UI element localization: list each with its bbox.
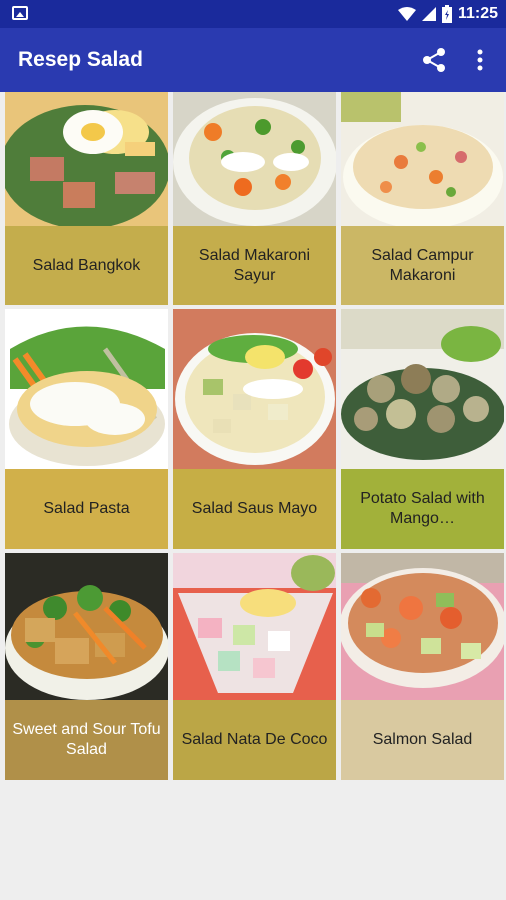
app-bar: Resep Salad <box>0 28 506 92</box>
clock: 11:25 <box>457 5 498 22</box>
recipe-title: Salad Makaroni Sayur <box>173 226 336 305</box>
recipe-title: Salad Saus Mayo <box>173 469 336 549</box>
app-title: Resep Salad <box>18 48 143 71</box>
recipe-tile-salad-bangkok[interactable]: Salad Bangkok <box>5 92 168 305</box>
status-bar: 11:25 <box>0 0 506 28</box>
recipe-tile-sweet-sour-tofu[interactable]: Sweet and Sour Tofu Salad <box>5 553 168 780</box>
recipe-image <box>5 92 168 226</box>
recipe-tile-salad-nata-de-coco[interactable]: Salad Nata De Coco <box>173 553 336 780</box>
recipe-title: Sweet and Sour Tofu Salad <box>5 700 168 780</box>
signal-icon <box>421 7 436 21</box>
recipe-image <box>341 553 504 700</box>
recipe-tile-salad-campur-makaroni[interactable]: Salad Campur Makaroni <box>341 92 504 305</box>
status-indicators: 11:25 <box>397 0 498 28</box>
recipe-image <box>173 309 336 469</box>
share-icon[interactable] <box>420 46 448 74</box>
wifi-icon <box>397 7 416 21</box>
recipe-image <box>341 309 504 469</box>
recipe-title: Salad Nata De Coco <box>173 700 336 780</box>
recipe-image <box>341 92 504 226</box>
recipe-tile-salad-saus-mayo[interactable]: Salad Saus Mayo <box>173 309 336 549</box>
recipe-title: Potato Salad with Mango… <box>341 469 504 549</box>
recipe-tile-salad-pasta[interactable]: Salad Pasta <box>5 309 168 549</box>
more-options-icon[interactable] <box>468 46 492 74</box>
recipe-title: Salad Bangkok <box>5 226 168 305</box>
recipe-tile-salad-makaroni-sayur[interactable]: Salad Makaroni Sayur <box>173 92 336 305</box>
recipe-image <box>173 92 336 226</box>
recipe-image <box>173 553 336 700</box>
gallery-icon <box>12 6 28 20</box>
recipe-tile-salmon-salad[interactable]: Salmon Salad <box>341 553 504 780</box>
recipe-image <box>5 553 168 700</box>
recipe-image <box>5 309 168 469</box>
recipe-tile-potato-salad-mango[interactable]: Potato Salad with Mango… <box>341 309 504 549</box>
recipe-title: Salad Campur Makaroni <box>341 226 504 305</box>
battery-icon <box>441 5 452 23</box>
recipe-title: Salmon Salad <box>341 700 504 780</box>
recipe-title: Salad Pasta <box>5 469 168 549</box>
